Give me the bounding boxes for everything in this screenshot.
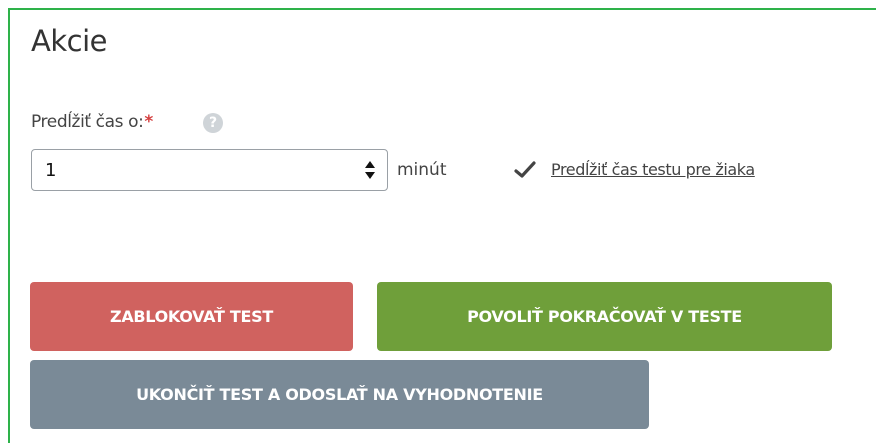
spinner-up-icon[interactable] <box>365 161 375 168</box>
extend-minutes-field[interactable] <box>31 149 388 191</box>
actions-panel: y Akcie Predĺžiť čas o:* ? minút Predĺži… <box>0 0 876 443</box>
extend-minutes-input[interactable] <box>32 150 352 190</box>
required-marker: * <box>144 112 153 132</box>
extend-time-label-text: Predĺžiť čas o: <box>31 112 144 132</box>
minutes-unit-label: minút <box>397 160 447 180</box>
block-test-button[interactable]: ZABLOKOVAŤ TEST <box>30 282 353 351</box>
finish-and-submit-button[interactable]: UKONČIŤ TEST A ODOSLAŤ NA VYHODNOTENIE <box>30 360 649 429</box>
question-circle-icon[interactable]: ? <box>203 113 223 133</box>
allow-continue-button[interactable]: POVOLIŤ POKRAČOVAŤ V TESTE <box>377 282 832 351</box>
spinner-down-icon[interactable] <box>365 172 375 179</box>
extend-time-label: Predĺžiť čas o:* <box>31 112 153 132</box>
checkmark-icon <box>514 161 536 178</box>
extend-time-link[interactable]: Predĺžiť čas testu pre žiaka <box>551 160 755 179</box>
panel-title: Akcie <box>31 24 107 58</box>
number-spinner[interactable] <box>363 158 377 182</box>
